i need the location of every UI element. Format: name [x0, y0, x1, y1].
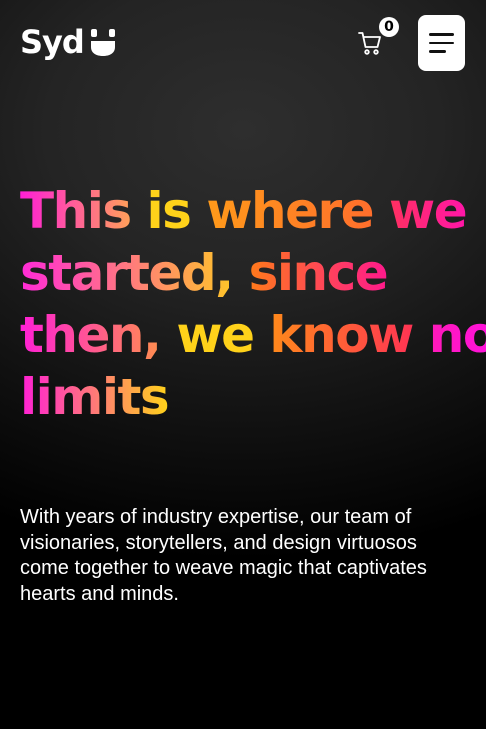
logo-smile-icon: [90, 29, 115, 56]
hero-word: limits: [20, 368, 170, 426]
page: Syd 0 This is where we started, since then…: [0, 0, 486, 729]
cart-count-badge: 0: [379, 17, 399, 37]
hero-description: With years of industry expertise, our te…: [20, 506, 427, 605]
menu-button[interactable]: [418, 15, 465, 71]
menu-line-icon: [429, 41, 454, 45]
menu-line-icon: [429, 33, 454, 36]
hero-line: then, we know no: [20, 304, 486, 366]
cart-icon[interactable]: [358, 30, 382, 56]
hero-heading: This is where we started, since then, we k…: [20, 180, 486, 428]
logo-text: Syd: [20, 23, 85, 61]
hero-line: This is where we: [20, 180, 470, 242]
hero-word: then,: [20, 306, 177, 364]
hero-word: since: [248, 244, 389, 302]
hero-word: no: [429, 306, 486, 364]
site-header: Syd 0: [0, 0, 486, 90]
hero-word: is: [146, 182, 207, 240]
hero-line: limits: [20, 366, 470, 428]
hero-word: started,: [20, 244, 249, 302]
menu-line-icon: [429, 50, 446, 53]
hero-word: This: [20, 182, 147, 240]
hero-word: we: [389, 182, 468, 240]
hero-word: where: [206, 182, 390, 240]
hero-word: know: [269, 306, 429, 364]
logo[interactable]: Syd: [20, 24, 116, 60]
hero-word: we: [176, 306, 270, 364]
hero-line: started, since: [20, 242, 470, 304]
